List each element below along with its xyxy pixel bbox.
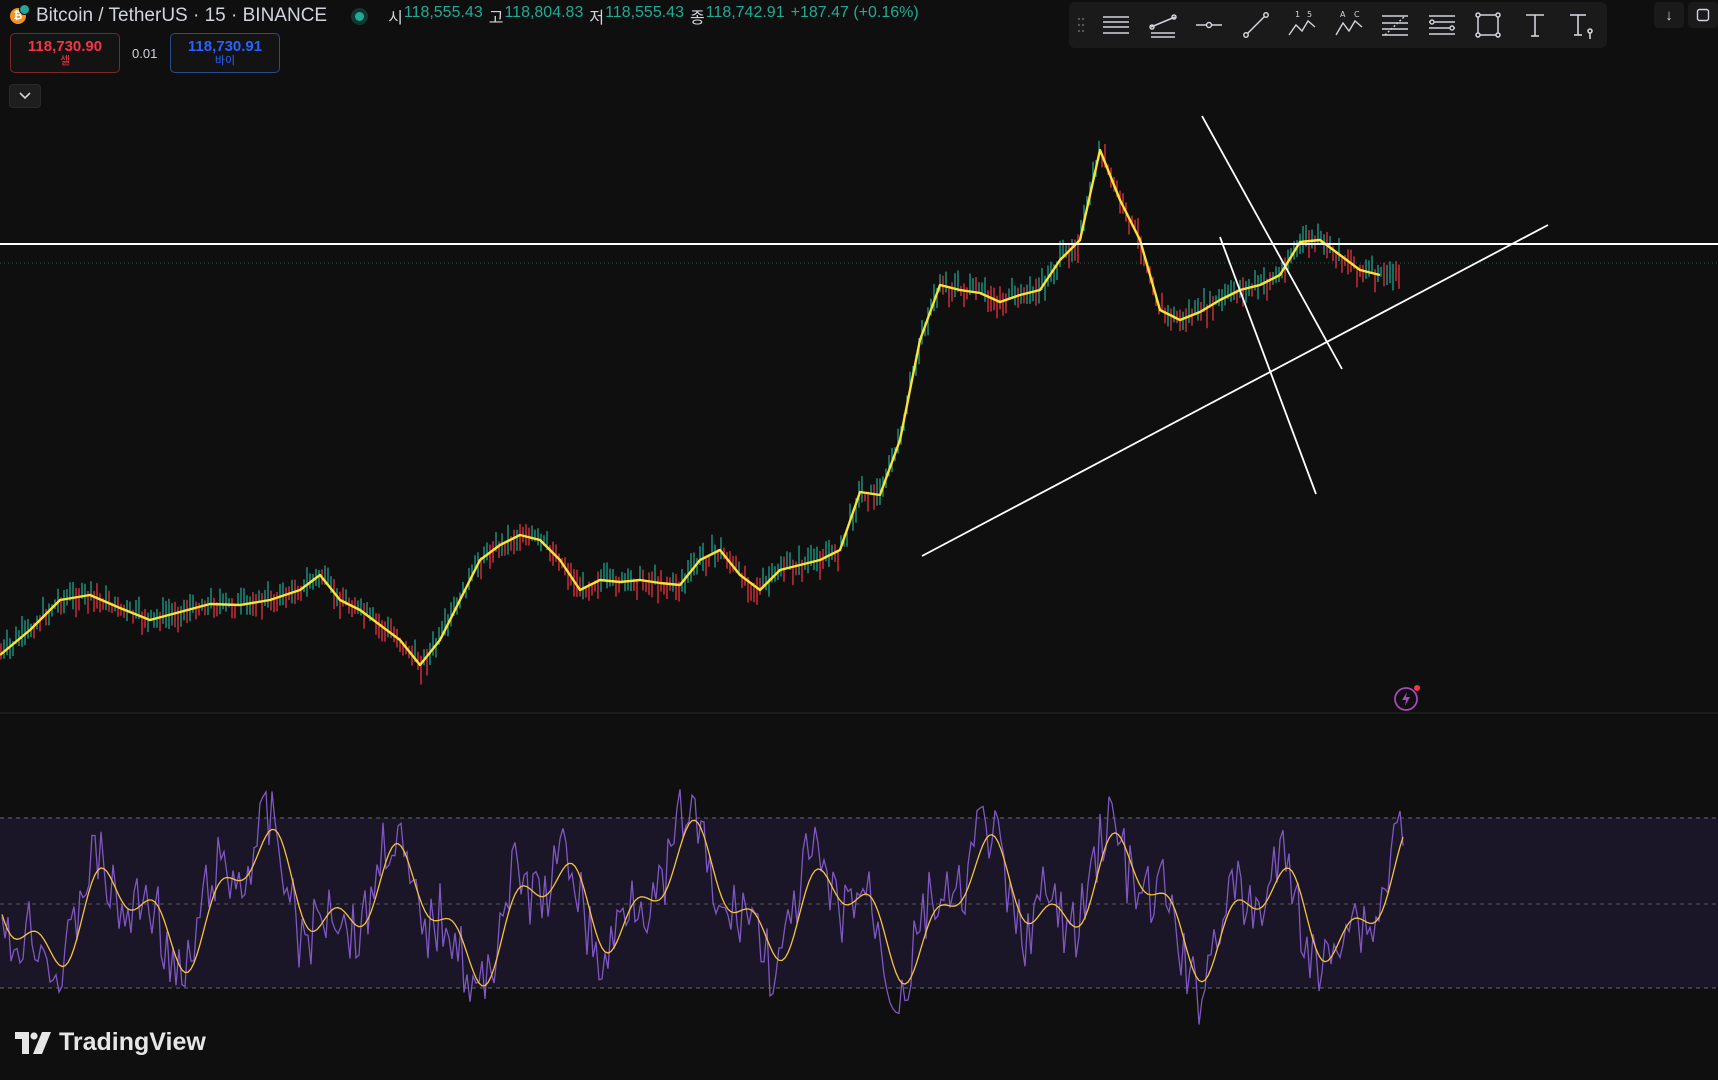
drawing-toolbar: 15 AC: [1069, 2, 1607, 48]
price-chart[interactable]: [0, 0, 1718, 1080]
svg-text:A: A: [1340, 10, 1346, 19]
symbol-title[interactable]: Bitcoin / TetherUS · 15 · BINANCE: [36, 5, 327, 27]
ohlc-values: 시 118,555.43 고 118,804.83 저 118,555.43 종 118…: [388, 4, 925, 28]
open-label: 시: [388, 10, 403, 27]
low-value: 118,555.43: [605, 4, 684, 21]
fib-extension-icon[interactable]: [1419, 5, 1466, 45]
horizontal-ray-icon[interactable]: [1186, 5, 1233, 45]
trend-line-icon[interactable]: [1233, 5, 1280, 45]
chevron-down-icon: [19, 92, 31, 100]
trend-line-lower[interactable]: [1219, 236, 1317, 495]
top-right-controls: ↓: [1654, 2, 1718, 28]
download-icon[interactable]: ↓: [1654, 2, 1684, 28]
high-value: 118,804.83: [504, 4, 584, 21]
change-value: +187.47 (+0.16%): [790, 4, 919, 21]
svg-text:1: 1: [1295, 10, 1300, 19]
brand-name: TradingView: [59, 1028, 206, 1056]
sell-label: 셀: [59, 55, 71, 68]
wave-15-icon[interactable]: 15: [1279, 5, 1326, 45]
sell-button[interactable]: 118,730.90 셀: [10, 33, 120, 73]
sell-price: 118,730.90: [27, 37, 103, 55]
bitcoin-icon: ₿: [10, 4, 30, 24]
low-label: 저: [589, 10, 605, 27]
rectangle-icon[interactable]: [1465, 5, 1512, 45]
wave-ac-icon[interactable]: AC: [1326, 5, 1373, 45]
svg-text:5: 5: [1307, 10, 1312, 19]
high-label: 고: [488, 10, 504, 27]
alert-bolt-icon[interactable]: [1393, 684, 1421, 717]
horizontal-lines-icon[interactable]: [1093, 5, 1140, 45]
multi-line-icon[interactable]: [1140, 5, 1187, 45]
text-icon[interactable]: [1512, 5, 1559, 45]
symbol-header: ₿ Bitcoin / TetherUS · 15 · BINANCE 시 118…: [10, 4, 925, 28]
collapse-button[interactable]: [9, 84, 41, 108]
buy-label: 바이: [214, 55, 236, 68]
open-value: 118,555.43: [403, 4, 483, 21]
drag-handle-icon[interactable]: [1077, 15, 1087, 35]
buy-price: 118,730.91: [187, 37, 263, 55]
market-status-dot[interactable]: [355, 11, 365, 21]
anchored-text-icon[interactable]: [1558, 5, 1605, 45]
close-label: 종: [689, 10, 705, 27]
tradingview-logo-icon: [15, 1031, 51, 1054]
tradingview-logo: TradingView: [15, 1028, 206, 1057]
moving-average-line: [0, 148, 1381, 667]
spread-value: 0.01: [132, 46, 158, 61]
fullscreen-icon[interactable]: [1688, 2, 1718, 28]
close-value: 118,742.91: [705, 4, 785, 21]
svg-text:C: C: [1354, 10, 1360, 19]
buy-button[interactable]: 118,730.91 바이: [170, 33, 280, 73]
fib-retracement-icon[interactable]: [1372, 5, 1419, 45]
